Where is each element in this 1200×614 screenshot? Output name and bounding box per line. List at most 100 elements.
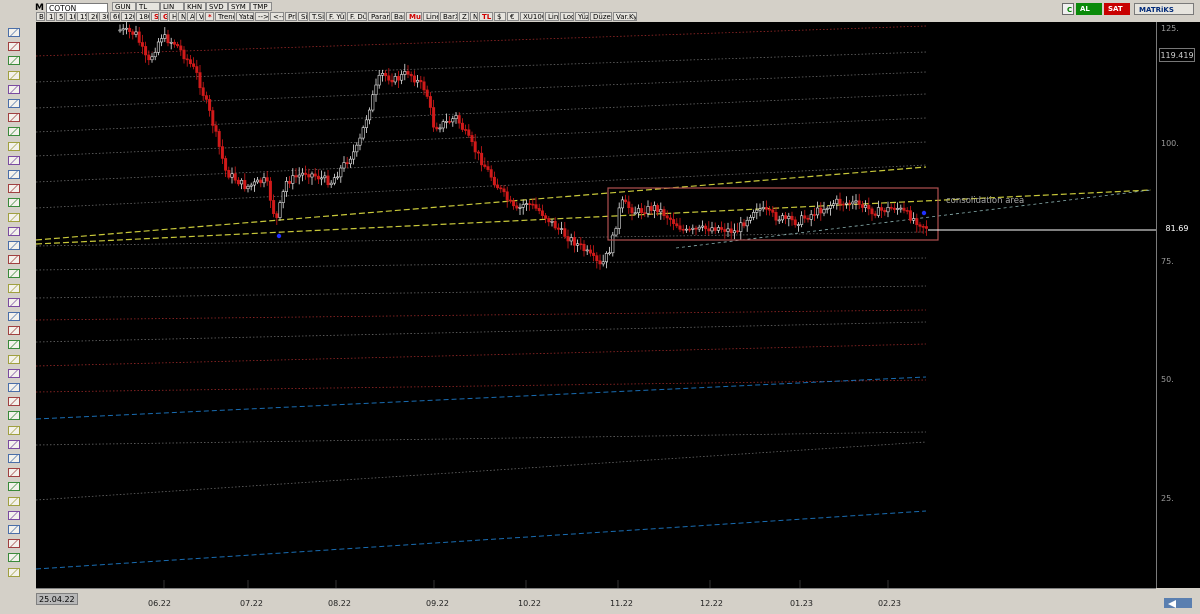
toolbar-button-15[interactable]: V [196,12,204,21]
toolbar-button-9[interactable]: 180 [136,12,150,21]
toolbar-button-11[interactable]: G [160,12,168,21]
toolbar-button-41[interactable]: Var.Kyd [613,12,637,21]
c-button[interactable]: C [1062,3,1074,15]
toolbar-button-31[interactable]: Z [459,12,469,21]
toolbar-button-17[interactable]: Trend [215,12,235,21]
text-tool-icon[interactable] [8,226,20,236]
trendline-tool-icon[interactable] [8,56,20,66]
toolbar-button-27[interactable]: Bar [391,12,405,21]
toolbar-button-10[interactable]: S [151,12,159,21]
speed-tool-icon[interactable] [8,283,20,293]
hammer-tool-icon[interactable] [8,113,20,123]
cycle-tool-icon[interactable] [8,297,20,307]
bolt-tool-icon[interactable] [8,525,20,534]
toolbar-button-3[interactable]: 10 [66,12,76,21]
candle-body [460,122,464,130]
toolbar-button-36[interactable]: XU100 [520,12,544,21]
scroll-arrow-icon[interactable] [1156,588,1200,614]
move-tool-icon[interactable] [8,553,20,563]
price-chart[interactable]: consolidation area [36,22,1156,588]
rect-tool-icon[interactable] [8,255,20,265]
matriks-button[interactable]: MATRiKS [1134,3,1194,15]
eraser-tool-icon[interactable] [8,425,20,435]
toolbar-button-khn[interactable]: KHN [184,2,206,11]
zoom-tool-icon[interactable] [8,99,20,108]
fibo-tool-icon[interactable] [8,184,20,194]
toolbar-button-35[interactable]: € [507,12,519,21]
arc-tool-icon[interactable] [8,312,20,321]
layer-tool-icon[interactable] [8,468,20,478]
crosshair-tool-icon[interactable] [8,42,20,52]
magnet-tool-icon[interactable] [8,439,20,449]
toolbar-button-1[interactable]: 1 [46,12,55,21]
color-tool-icon[interactable] [8,454,20,463]
toolbar-button-39[interactable]: Yüz [575,12,589,21]
fill-tool-icon[interactable] [8,482,20,492]
toolbar-button-29[interactable]: Line [423,12,439,21]
grid-tool-icon[interactable] [8,510,20,520]
toolbar-button-5[interactable]: 20 [88,12,98,21]
toolbar-button-34[interactable]: $ [494,12,506,21]
channel-tool-icon[interactable] [8,170,20,179]
toolbar-button-23[interactable]: T.Sil [309,12,325,21]
pin-tool-icon[interactable] [8,567,20,577]
toolbar-button-13[interactable]: N [178,12,186,21]
start-date[interactable]: 25.04.22 [36,593,78,605]
toolbar-button-0[interactable]: B [36,12,45,21]
vline-tool-icon[interactable] [8,155,20,165]
al-button[interactable]: AL [1076,3,1102,15]
scroll-corner[interactable] [1156,588,1200,614]
toolbar-button-32[interactable]: N [470,12,478,21]
toolbar-button-2[interactable]: 5 [56,12,65,21]
toolbar-button-7[interactable]: 60 [110,12,120,21]
toolbar-button-38[interactable]: Log [560,12,574,21]
sat-button[interactable]: SAT [1104,3,1130,15]
pitchfork-tool-icon[interactable] [8,269,20,279]
hand-tool-icon[interactable] [8,84,20,94]
gann-tool-icon[interactable] [8,212,20,222]
candle-body [288,181,292,184]
toolbar-button-37[interactable]: Lin [545,12,559,21]
bell-alert-tool-icon[interactable] [8,539,20,549]
candle-body [377,74,381,86]
toolbar-button-sym[interactable]: SYM [228,2,250,11]
toolbar-button-gun[interactable]: GUN [112,2,136,11]
fibo-fan-tool-icon[interactable] [8,198,20,208]
wave-tool-icon[interactable] [8,326,20,336]
toolbar-button-22[interactable]: Sil [298,12,308,21]
lock-tool-icon[interactable] [8,411,20,421]
toolbar-button-33[interactable]: TL [479,12,493,21]
toolbar-button-26[interactable]: Param [368,12,390,21]
toolbar-button-svd[interactable]: SVD [206,2,228,11]
toolbar-button-6[interactable]: 30 [99,12,109,21]
toolbar-button-12[interactable]: H [169,12,177,21]
cursor-tool-icon[interactable] [8,28,20,37]
flag-tool-icon[interactable] [8,383,20,392]
pen-tool-icon[interactable] [8,340,20,350]
toolbar-button-24[interactable]: F. Yük [326,12,346,21]
erase-all-tool-icon[interactable] [8,496,20,506]
toolbar-button-lin[interactable]: LIN [160,2,184,11]
toolbar-button-tmp[interactable]: TMP [250,2,272,11]
toolbar-button-14[interactable]: A [187,12,195,21]
hline-tool-icon[interactable] [8,141,20,151]
signal-tool-icon[interactable] [8,368,20,378]
toolbar-button-4[interactable]: 15 [77,12,87,21]
toolbar-button-8[interactable]: 120 [121,12,135,21]
toolbar-button-tl[interactable]: TL [136,2,160,11]
note-tool-icon[interactable] [8,397,20,407]
toolbar-button-16[interactable]: * [205,12,214,21]
ellipse-tool-icon[interactable] [8,241,20,250]
toolbar-button-40[interactable]: Düzen [590,12,612,21]
toolbar-button-21[interactable]: Prl [285,12,297,21]
ruler-tool-icon[interactable] [8,127,20,137]
toolbar-button-25[interactable]: F. Düş [347,12,367,21]
arrow-tool-icon[interactable] [8,70,20,80]
toolbar-button-19[interactable]: --> [255,12,269,21]
toolbar-button-20[interactable]: <-- [270,12,284,21]
toolbar-button-18[interactable]: Yatay [236,12,254,21]
toolbar-button-28[interactable]: Mum [406,12,422,21]
bell-tool-icon[interactable] [8,354,20,364]
toolbar-button-30[interactable]: BarX [440,12,458,21]
candle-body [419,79,423,83]
